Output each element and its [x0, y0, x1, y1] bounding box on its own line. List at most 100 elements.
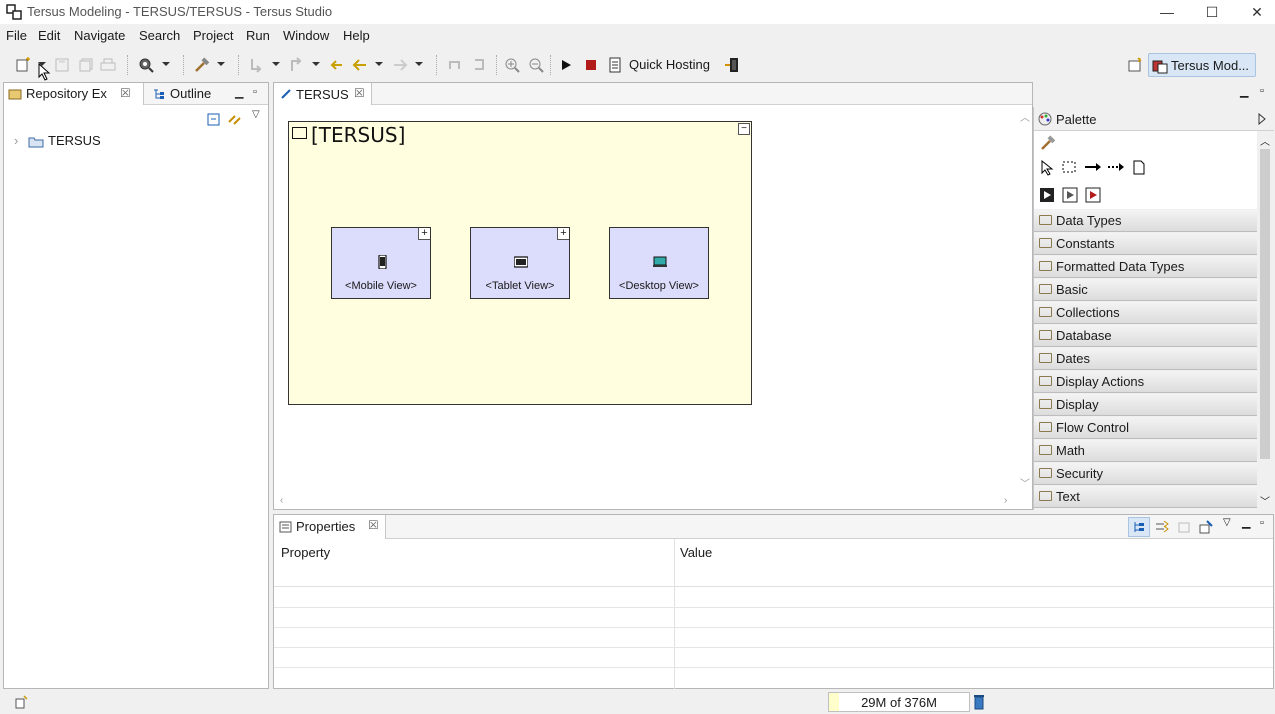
maximize-editor-icon[interactable]: ▫: [1260, 85, 1264, 97]
tablet-view-expand-button[interactable]: +: [557, 228, 569, 240]
save-icon[interactable]: [52, 55, 72, 75]
forward-icon[interactable]: [390, 55, 410, 75]
mobile-view-expand-button[interactable]: +: [418, 228, 430, 240]
exit-tool-icon[interactable]: [1085, 187, 1101, 203]
palette-collapse-icon[interactable]: [1258, 113, 1266, 125]
close-window-button[interactable]: ✕: [1234, 0, 1275, 24]
palette-scroll-down-icon[interactable]: ﹀: [1260, 493, 1270, 508]
heap-status[interactable]: 29M of 376M: [828, 692, 970, 712]
hammer-icon[interactable]: [192, 55, 212, 75]
minimize-view-icon[interactable]: ▁: [235, 86, 243, 99]
menu-window[interactable]: Window: [283, 28, 329, 43]
prev-annotation-dropdown[interactable]: [312, 62, 320, 66]
note-tool-icon[interactable]: [1132, 160, 1146, 176]
menu-project[interactable]: Project: [193, 28, 233, 43]
maximize-view-icon[interactable]: ▫: [253, 86, 257, 98]
search-dropdown-arrow[interactable]: [162, 62, 170, 66]
input-tool-icon[interactable]: [1062, 187, 1078, 203]
redo-icon[interactable]: [469, 55, 489, 75]
flow-tool-icon[interactable]: [1084, 162, 1102, 172]
show-categories-icon[interactable]: [1128, 517, 1150, 537]
prev-annotation-icon[interactable]: [286, 55, 306, 75]
menu-help[interactable]: Help: [343, 28, 370, 43]
garbage-collect-icon[interactable]: [973, 694, 985, 710]
column-header-value[interactable]: Value: [680, 545, 712, 560]
trigger-tool-icon[interactable]: [1039, 187, 1055, 203]
palette-drawer-display-actions[interactable]: Display Actions: [1034, 371, 1258, 393]
perspective-tersus-button[interactable]: Tersus Mod...: [1148, 53, 1256, 77]
palette-drawer-security[interactable]: Security: [1034, 463, 1258, 485]
root-collapse-button[interactable]: −: [738, 123, 750, 135]
scroll-down-arrow-icon[interactable]: ﹀: [1020, 475, 1030, 490]
tree-expander-icon[interactable]: ›: [14, 133, 18, 148]
save-all-icon[interactable]: [76, 55, 96, 75]
last-edit-icon[interactable]: [326, 55, 346, 75]
restore-default-icon[interactable]: [1177, 520, 1191, 534]
close-properties-tab-icon[interactable]: ☒: [368, 518, 379, 532]
properties-view-menu-icon[interactable]: ▽: [1223, 517, 1231, 528]
select-tool-icon[interactable]: [1040, 160, 1054, 176]
hammer-dropdown-arrow[interactable]: [217, 62, 225, 66]
back-icon[interactable]: [350, 55, 370, 75]
palette-scroll-up-icon[interactable]: ︿: [1260, 133, 1270, 148]
palette-scroll-thumb[interactable]: [1260, 149, 1270, 459]
menu-edit[interactable]: Edit: [38, 28, 60, 43]
palette-drawer-constants[interactable]: Constants: [1034, 233, 1258, 255]
menu-file[interactable]: File: [6, 28, 27, 43]
scroll-up-arrow-icon[interactable]: ︿: [1020, 109, 1030, 124]
palette-drawer-math[interactable]: Math: [1034, 440, 1258, 462]
hosting-icon[interactable]: [605, 55, 625, 75]
dashed-flow-tool-icon[interactable]: [1107, 162, 1125, 172]
palette-drawer-dates[interactable]: Dates: [1034, 348, 1258, 370]
close-repository-tab-icon[interactable]: ☒: [120, 86, 131, 100]
close-editor-tab-icon[interactable]: ☒: [354, 86, 365, 100]
desktop-view-box[interactable]: <Desktop View>: [609, 227, 709, 299]
palette-drawer-data-types[interactable]: Data Types: [1034, 210, 1258, 232]
fast-view-icon[interactable]: [14, 695, 30, 709]
minimize-properties-icon[interactable]: ▁: [1242, 516, 1250, 529]
marquee-tool-icon[interactable]: [1062, 161, 1078, 175]
editor-vertical-scrollbar[interactable]: ︿ ﹀: [1018, 105, 1032, 497]
column-header-property[interactable]: Property: [281, 545, 330, 560]
next-annotation-icon[interactable]: [246, 55, 266, 75]
editor-horizontal-scrollbar[interactable]: ‹ ›: [274, 495, 1018, 509]
minimize-button[interactable]: —: [1144, 0, 1190, 24]
zoom-out-icon[interactable]: [526, 55, 546, 75]
minimize-editor-icon[interactable]: ▁: [1240, 85, 1248, 98]
search-model-icon[interactable]: [136, 55, 156, 75]
pin-icon[interactable]: [1199, 520, 1213, 534]
scroll-right-arrow-icon[interactable]: ›: [1004, 495, 1007, 506]
deploy-icon[interactable]: [722, 55, 742, 75]
tersus-root-model[interactable]: [TERSUS] − + <Mobile View> + <Tablet Vie…: [288, 121, 752, 405]
zoom-in-icon[interactable]: [502, 55, 522, 75]
menu-navigate[interactable]: Navigate: [74, 28, 125, 43]
maximize-button[interactable]: ☐: [1189, 0, 1235, 24]
print-icon[interactable]: [98, 55, 118, 75]
palette-drawer-basic[interactable]: Basic: [1034, 279, 1258, 301]
palette-drawer-collections[interactable]: Collections: [1034, 302, 1258, 324]
stop-icon[interactable]: [581, 55, 601, 75]
hammer-tool-icon[interactable]: [1040, 135, 1056, 151]
new-icon[interactable]: [13, 55, 33, 75]
quick-hosting-button[interactable]: Quick Hosting: [629, 57, 710, 72]
back-dropdown-arrow[interactable]: [375, 62, 383, 66]
next-annotation-dropdown[interactable]: [272, 62, 280, 66]
menu-run[interactable]: Run: [246, 28, 270, 43]
tablet-view-box[interactable]: + <Tablet View>: [470, 227, 570, 299]
maximize-properties-icon[interactable]: ▫: [1260, 517, 1264, 529]
tab-tersus-editor[interactable]: TERSUS ☒: [274, 83, 372, 105]
palette-drawer-text[interactable]: Text: [1034, 486, 1258, 508]
tab-properties[interactable]: Properties ☒: [274, 515, 386, 539]
scroll-left-arrow-icon[interactable]: ‹: [280, 495, 283, 506]
open-perspective-icon[interactable]: [1125, 55, 1145, 75]
collapse-all-icon[interactable]: [207, 113, 221, 127]
view-menu-icon[interactable]: ▽: [252, 109, 260, 120]
mobile-view-box[interactable]: + <Mobile View>: [331, 227, 431, 299]
palette-scrollbar[interactable]: ︿ ﹀: [1257, 131, 1273, 509]
link-with-editor-icon[interactable]: [227, 113, 243, 127]
palette-drawer-formatted-data-types[interactable]: Formatted Data Types: [1034, 256, 1258, 278]
show-advanced-icon[interactable]: [1154, 520, 1170, 534]
palette-drawer-flow-control[interactable]: Flow Control: [1034, 417, 1258, 439]
tab-repository-explorer[interactable]: Repository Ex ☒: [4, 83, 144, 105]
palette-drawer-database[interactable]: Database: [1034, 325, 1258, 347]
